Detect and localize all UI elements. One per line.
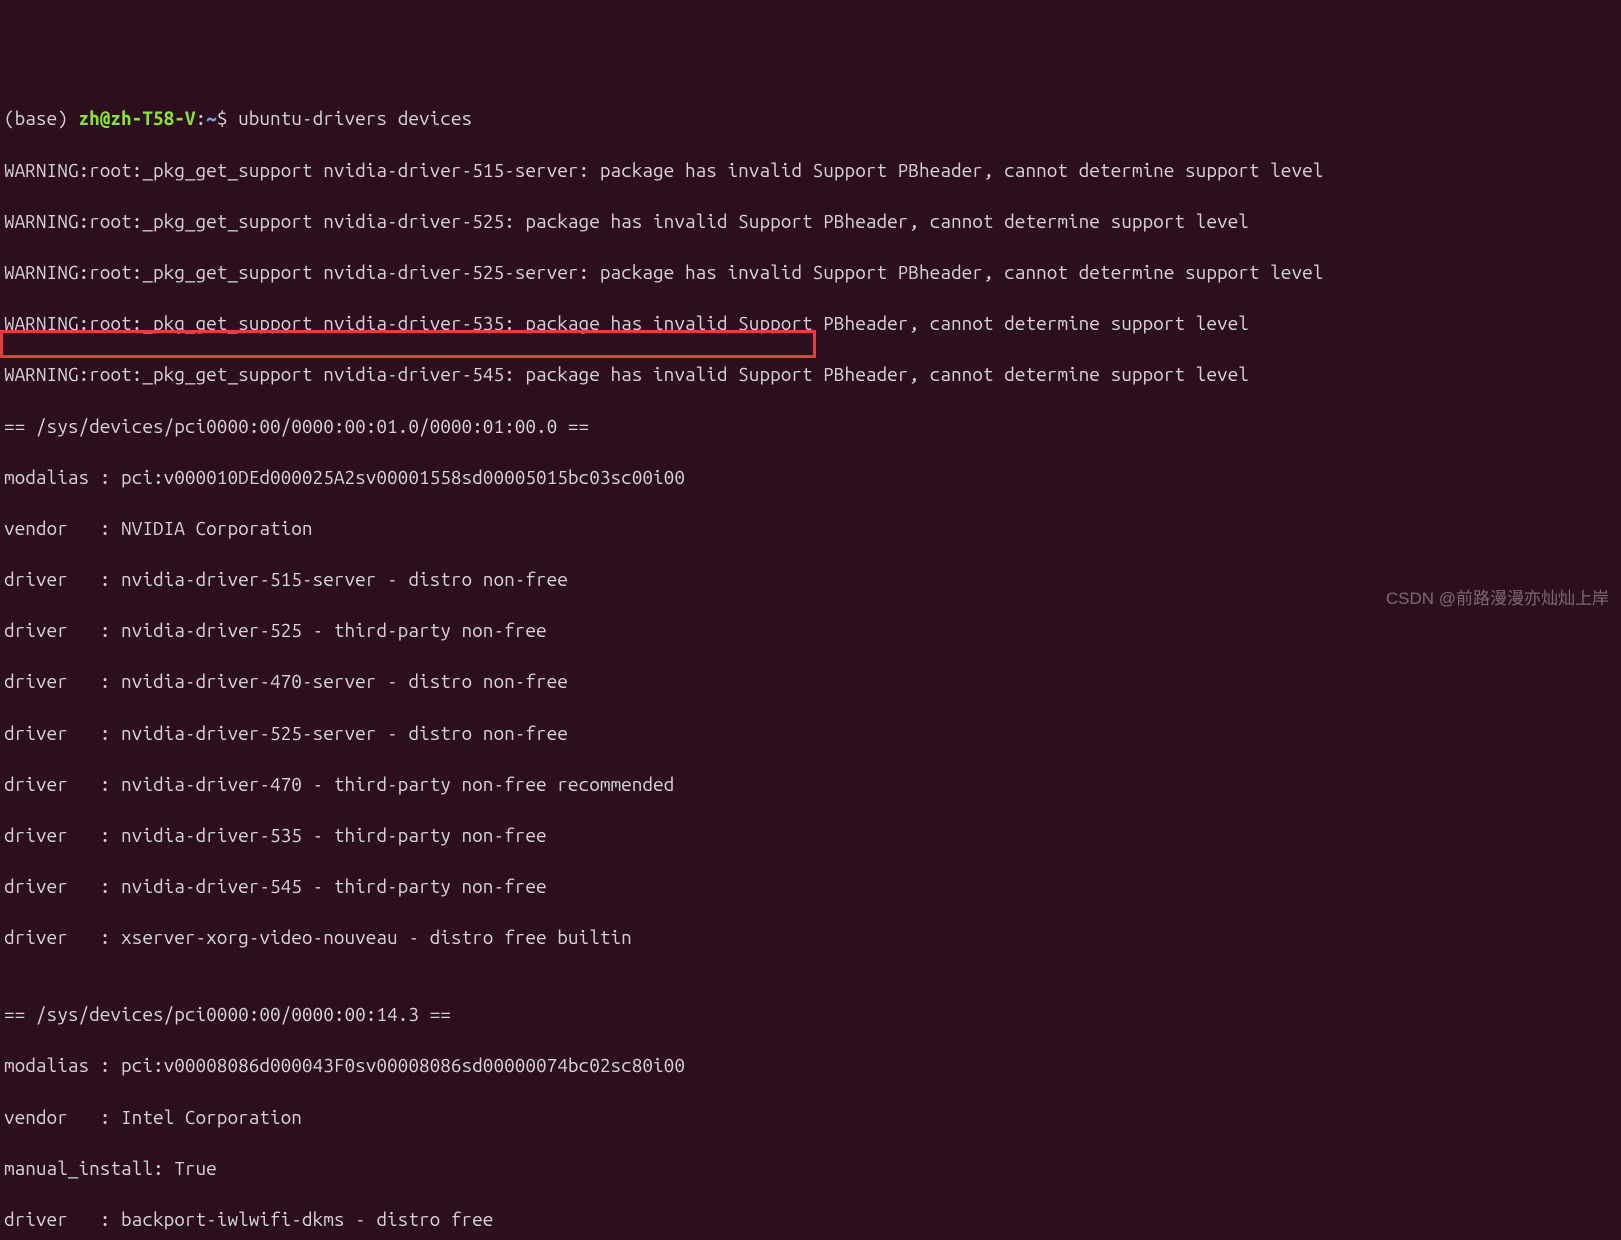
modalias-line: modalias : pci:v000010DEd000025A2sv00001… xyxy=(4,465,1617,491)
driver-line: driver : nvidia-driver-525 - third-party… xyxy=(4,618,1617,644)
manual-install-line: manual_install: True xyxy=(4,1156,1617,1182)
warning-line: WARNING:root:_pkg_get_support nvidia-dri… xyxy=(4,158,1617,184)
conda-env: (base) xyxy=(4,107,78,129)
driver-line: driver : xserver-xorg-video-nouveau - di… xyxy=(4,925,1617,951)
watermark: CSDN @前路漫漫亦灿灿上岸 xyxy=(1386,586,1609,612)
prompt-colon: : xyxy=(196,107,207,129)
prompt-line[interactable]: (base) zh@zh-T58-V:~$ ubuntu-drivers dev… xyxy=(4,106,1617,132)
warning-line: WARNING:root:_pkg_get_support nvidia-dri… xyxy=(4,209,1617,235)
modalias-line: modalias : pci:v00008086d000043F0sv00008… xyxy=(4,1053,1617,1079)
driver-line: driver : backport-iwlwifi-dkms - distro … xyxy=(4,1207,1617,1233)
driver-line-recommended: driver : nvidia-driver-470 - third-party… xyxy=(4,772,1617,798)
vendor-line: vendor : Intel Corporation xyxy=(4,1105,1617,1131)
device-header: == /sys/devices/pci0000:00/0000:00:01.0/… xyxy=(4,414,1617,440)
driver-line: driver : nvidia-driver-535 - third-party… xyxy=(4,823,1617,849)
warning-line: WARNING:root:_pkg_get_support nvidia-dri… xyxy=(4,260,1617,286)
prompt-dollar: $ xyxy=(217,107,238,129)
driver-line: driver : nvidia-driver-470-server - dist… xyxy=(4,669,1617,695)
driver-line: driver : nvidia-driver-525-server - dist… xyxy=(4,721,1617,747)
driver-line: driver : nvidia-driver-515-server - dist… xyxy=(4,567,1617,593)
warning-line: WARNING:root:_pkg_get_support nvidia-dri… xyxy=(4,311,1617,337)
user-host: zh@zh-T58-V xyxy=(78,107,195,129)
vendor-line: vendor : NVIDIA Corporation xyxy=(4,516,1617,542)
prompt-path: ~ xyxy=(206,107,217,129)
driver-line: driver : nvidia-driver-545 - third-party… xyxy=(4,874,1617,900)
warning-line: WARNING:root:_pkg_get_support nvidia-dri… xyxy=(4,362,1617,388)
command-input[interactable]: ubuntu-drivers devices xyxy=(238,107,472,129)
device-header: == /sys/devices/pci0000:00/0000:00:14.3 … xyxy=(4,1002,1617,1028)
